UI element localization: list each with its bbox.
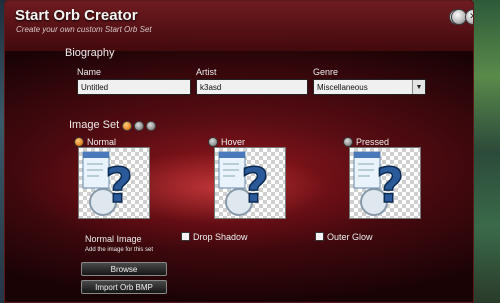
artist-label: Artist xyxy=(196,67,217,77)
name-label: Name xyxy=(77,67,102,77)
svg-text:?: ? xyxy=(376,158,404,214)
pressed-radio[interactable] xyxy=(343,137,353,147)
image-set-dot-2[interactable] xyxy=(134,121,144,131)
close-button[interactable]: ✕ xyxy=(465,9,473,25)
image-set-dot-1[interactable] xyxy=(122,121,132,131)
outer-glow-label: Outer Glow xyxy=(327,232,373,242)
hover-radio-label: Hover xyxy=(221,137,246,147)
drop-shadow-checkbox[interactable] xyxy=(181,232,190,241)
desktop-background-right xyxy=(472,0,500,303)
biography-heading: Biography xyxy=(65,47,115,59)
image-set-dot-3[interactable] xyxy=(146,121,156,131)
genre-label: Genre xyxy=(313,67,339,77)
pressed-radio-label: Pressed xyxy=(356,137,390,147)
browse-button[interactable]: Browse xyxy=(81,262,167,276)
missing-image-icon: ? xyxy=(82,151,134,216)
normal-image-hint: Add the image for this set xyxy=(85,247,154,253)
window-subtitle: Create your own custom Start Orb Set xyxy=(16,25,152,34)
normal-image-preview[interactable]: ? xyxy=(78,147,150,219)
pressed-image-preview[interactable]: ? xyxy=(349,147,421,219)
import-orb-bmp-button[interactable]: Import Orb BMP xyxy=(81,280,167,294)
start-orb-creator-window: Start Orb Creator Create your own custom… xyxy=(4,0,474,303)
image-set-heading: Image Set xyxy=(69,119,120,131)
missing-image-icon: ? xyxy=(218,151,270,216)
artist-input[interactable]: k3asd xyxy=(196,79,308,95)
normal-radio[interactable] xyxy=(74,137,84,147)
name-input[interactable]: Untitled xyxy=(77,79,191,95)
outer-glow-checkbox[interactable] xyxy=(315,232,324,241)
hover-radio[interactable] xyxy=(208,137,218,147)
chevron-down-icon: ▼ xyxy=(412,80,425,94)
normal-image-heading: Normal Image xyxy=(85,234,142,244)
normal-radio-label: Normal xyxy=(87,137,117,147)
genre-select[interactable]: Miscellaneous ▼ xyxy=(313,79,426,95)
svg-text:?: ? xyxy=(105,158,133,214)
hover-image-preview[interactable]: ? xyxy=(214,147,286,219)
window-title: Start Orb Creator xyxy=(15,7,138,24)
svg-text:?: ? xyxy=(241,158,269,214)
drop-shadow-label: Drop Shadow xyxy=(193,232,248,242)
genre-value: Miscellaneous xyxy=(317,83,368,92)
close-icon: ✕ xyxy=(469,12,473,22)
missing-image-icon: ? xyxy=(353,151,405,216)
